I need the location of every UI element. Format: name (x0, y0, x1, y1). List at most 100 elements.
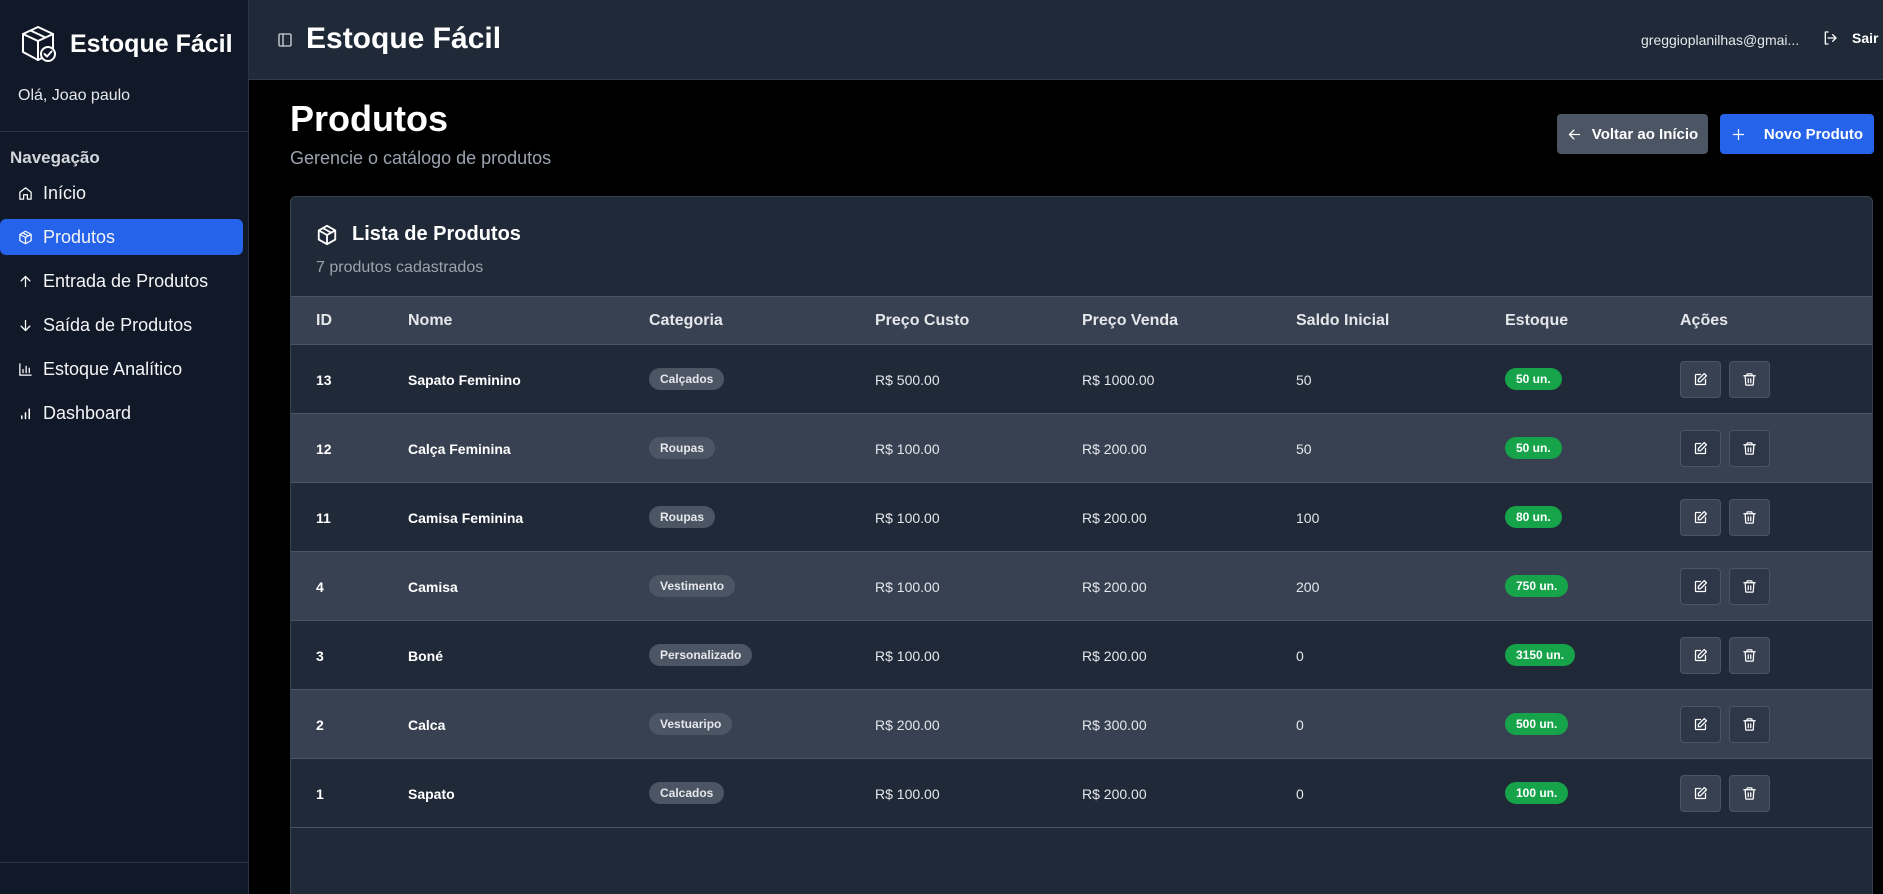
page-title: Produtos (290, 98, 448, 139)
nav-section-title: Navegação (10, 148, 100, 167)
sidebar-item-label: Entrada de Produtos (43, 270, 209, 291)
sidebar-item-saida[interactable]: Saída de Produtos (0, 307, 243, 343)
cell-id: 2 (316, 717, 324, 733)
brand-name: Estoque Fácil (70, 29, 233, 58)
sidebar-item-produtos[interactable]: Produtos (0, 219, 243, 255)
stock-badge: 500 un. (1505, 713, 1569, 735)
logout-icon (1824, 31, 1837, 45)
sidebar-divider (0, 131, 249, 132)
delete-button[interactable] (1729, 775, 1770, 812)
cell-preco-custo: R$ 100.00 (875, 648, 940, 664)
edit-button[interactable] (1680, 637, 1721, 674)
user-greeting: Olá, Joao paulo (18, 87, 131, 104)
package-icon (317, 224, 337, 245)
sidebar-toggle-icon[interactable] (277, 32, 293, 48)
table-row: 12 Calça Feminina Roupas R$ 100.00 R$ 200.00… (291, 414, 1872, 483)
delete-button[interactable] (1729, 361, 1770, 398)
cell-preco-venda: R$ 200.00 (1082, 648, 1147, 664)
sidebar-item-dashboard[interactable]: Dashboard (0, 395, 243, 431)
new-product-button[interactable]: Novo Produto (1720, 114, 1874, 154)
delete-button[interactable] (1729, 568, 1770, 605)
plus-icon (1732, 128, 1745, 140)
cell-id: 1 (316, 786, 324, 802)
home-icon (19, 186, 32, 200)
delete-button[interactable] (1729, 706, 1770, 743)
card-header: Lista de Produtos (316, 223, 521, 246)
column-header-saldo-inicial: Saldo Inicial (1296, 312, 1390, 329)
stock-badge: 80 un. (1505, 506, 1562, 528)
edit-button[interactable] (1680, 499, 1721, 536)
category-badge: Roupas (649, 437, 716, 459)
cell-id: 4 (316, 579, 324, 595)
cell-saldo-inicial: 0 (1296, 786, 1304, 802)
sidebar-footer-divider (0, 862, 249, 863)
card-title: Lista de Produtos (352, 223, 521, 245)
cell-id: 3 (316, 648, 324, 664)
trash-icon (1742, 648, 1757, 663)
cell-preco-custo: R$ 200.00 (875, 717, 940, 733)
sidebar: Estoque Fácil Olá, Joao paulo Navegação … (0, 0, 249, 894)
category-badge: Calçados (649, 368, 725, 390)
product-count: 7 produtos cadastrados (316, 259, 484, 276)
brand[interactable]: Estoque Fácil (18, 24, 233, 64)
cell-preco-venda: R$ 200.00 (1082, 579, 1147, 595)
column-header-preco-custo: Preço Custo (875, 312, 970, 329)
user-email: greggioplanilhas@gmai... (1641, 32, 1800, 48)
delete-button[interactable] (1729, 637, 1770, 674)
column-header-nome: Nome (408, 312, 453, 329)
cell-preco-custo: R$ 100.00 (875, 579, 940, 595)
category-badge: Vestuaripo (649, 713, 733, 735)
column-header-acoes: Ações (1680, 312, 1729, 329)
sidebar-item-entrada[interactable]: Entrada de Produtos (0, 263, 243, 299)
cell-nome: Camisa (408, 579, 458, 595)
edit-button[interactable] (1680, 361, 1721, 398)
stock-badge: 750 un. (1505, 575, 1569, 597)
new-button-label: Novo Produto (1763, 125, 1864, 143)
header-title: Estoque Fácil (306, 22, 502, 55)
cell-preco-venda: R$ 200.00 (1082, 441, 1147, 457)
arrow-down-icon (20, 319, 31, 331)
edit-icon (1693, 648, 1708, 663)
cell-preco-venda: R$ 200.00 (1082, 510, 1147, 526)
logout-button[interactable]: Sair (1822, 30, 1878, 46)
category-badge: Vestimento (649, 575, 736, 597)
stock-badge: 100 un. (1505, 782, 1569, 804)
trash-icon (1742, 579, 1757, 594)
column-header-preco-venda: Preço Venda (1082, 312, 1179, 329)
cell-preco-custo: R$ 100.00 (875, 441, 940, 457)
cell-nome: Boné (408, 648, 443, 664)
cell-nome: Camisa Feminina (408, 510, 524, 526)
cell-saldo-inicial: 50 (1296, 372, 1312, 388)
edit-button[interactable] (1680, 775, 1721, 812)
delete-button[interactable] (1729, 430, 1770, 467)
cell-id: 13 (316, 372, 332, 388)
cell-preco-custo: R$ 500.00 (875, 372, 940, 388)
edit-button[interactable] (1680, 568, 1721, 605)
sidebar-nav: Início Produtos Entrada de Produtos Saíd… (0, 175, 249, 439)
cell-id: 12 (316, 441, 332, 457)
table-row: 2 Calca Vestuaripo R$ 200.00 R$ 300.00 0 500 u… (291, 690, 1872, 759)
table-row: 1 Sapato Calcados R$ 100.00 R$ 200.00 0 100 un… (291, 759, 1872, 828)
column-header-estoque: Estoque (1505, 312, 1569, 329)
bar-chart-icon (19, 362, 32, 376)
back-button-label: Voltar ao Início (1591, 125, 1699, 143)
edit-icon (1693, 372, 1708, 387)
stock-badge: 50 un. (1505, 368, 1562, 390)
page-subtitle: Gerencie o catálogo de produtos (290, 148, 552, 168)
edit-icon (1693, 786, 1708, 801)
category-badge: Personalizado (649, 644, 753, 666)
sidebar-item-label: Início (43, 182, 87, 203)
edit-button[interactable] (1680, 706, 1721, 743)
edit-button[interactable] (1680, 430, 1721, 467)
cell-saldo-inicial: 50 (1296, 441, 1312, 457)
sidebar-item-estoque-analitico[interactable]: Estoque Analítico (0, 351, 243, 387)
delete-button[interactable] (1729, 499, 1770, 536)
arrow-up-icon (20, 275, 31, 287)
cell-preco-venda: R$ 200.00 (1082, 786, 1147, 802)
stock-badge: 50 un. (1505, 437, 1562, 459)
sidebar-item-label: Saída de Produtos (43, 314, 193, 335)
cell-preco-custo: R$ 100.00 (875, 510, 940, 526)
back-to-home-button[interactable]: Voltar ao Início (1557, 114, 1708, 154)
sidebar-item-inicio[interactable]: Início (0, 175, 243, 211)
top-header: Estoque Fácil greggioplanilhas@gmai... S… (249, 0, 1883, 80)
